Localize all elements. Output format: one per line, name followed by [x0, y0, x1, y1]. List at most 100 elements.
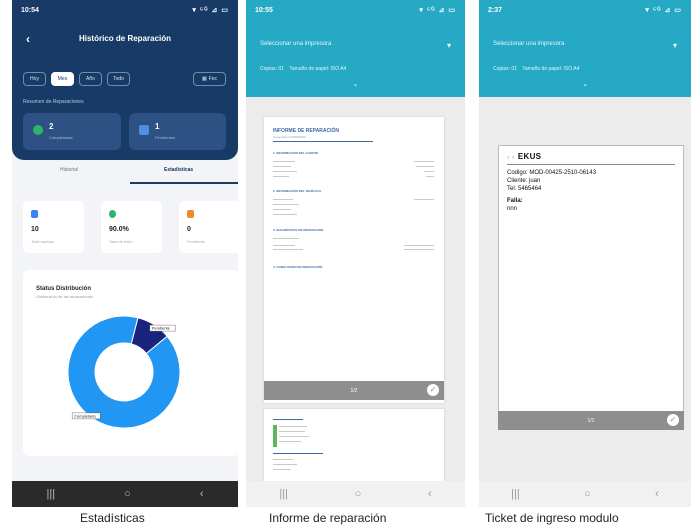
checklist-marks: [273, 425, 277, 447]
text-line: [424, 171, 434, 172]
page-title: Histórico de Reparación: [78, 34, 172, 43]
statistics-screen: 10:54 ▾ ⁵ᴳ ⊿ ▭ ‹ Histórico de Reparación…: [12, 0, 238, 507]
page-number: 1/2: [350, 388, 358, 394]
paper-size-label: Tamaño de papel: ISO A4: [289, 66, 347, 72]
printer-select[interactable]: Seleccionar una impresora ▾: [493, 41, 683, 53]
text-line: [273, 459, 293, 460]
text-line: [273, 176, 289, 177]
text-line: [414, 199, 434, 200]
caption-repair-report: Informe de reparación: [269, 511, 387, 525]
text-line: [414, 161, 434, 162]
donut-label-completado: Completado: [71, 412, 101, 420]
dropdown-caret-icon: ▾: [446, 41, 451, 50]
brand-logo: ◐◑ EKUS: [507, 152, 541, 161]
copies-label: Copias: 01: [493, 66, 517, 72]
section-diagnosis: 3. DIAGNÓSTICO DE REPARACIÓN: [273, 228, 324, 232]
text-line: [273, 464, 297, 465]
metric-label: Total reparac.: [31, 239, 56, 244]
home-icon[interactable]: ○: [584, 488, 591, 500]
system-nav-bar: ||| ○ ‹: [479, 481, 691, 507]
ticket-client: Cliente: juan: [507, 178, 541, 184]
text-line: [273, 209, 291, 210]
print-options-summary: Copias: 01 Tamaño de papel: ISO A4: [493, 66, 579, 72]
caption-ticket: Ticket de ingreso modulo: [485, 511, 619, 525]
label-text: Completado: [74, 413, 96, 418]
back-nav-icon[interactable]: ‹: [655, 488, 659, 500]
status-donut-chart: Completado Pendiente: [67, 315, 181, 429]
status-icons: ▾ ⁵ᴳ ⊿ ▭: [192, 7, 229, 14]
ticket-code: Codigo: MOD-00425-2510-06143: [507, 170, 597, 176]
ticket-fault-label: Falla:: [507, 198, 523, 204]
print-options-panel: 2:37 ▾ ⁵ᴳ ⊿ ▭ Seleccionar una impresora …: [479, 0, 691, 97]
recent-apps-icon[interactable]: |||: [511, 488, 520, 500]
print-options-panel: 10:55 ▾ ⁵ᴳ ⊿ ▭ Seleccionar una impresora…: [246, 0, 465, 97]
status-icons: ▾ ⁵ᴳ ⊿ ▭: [645, 7, 682, 14]
ticket-divider: [507, 164, 675, 165]
printer-select[interactable]: Seleccionar una impresora ▾: [260, 41, 457, 53]
page-select-check-icon[interactable]: ✓: [427, 384, 439, 396]
date-filter-label: Fec: [208, 76, 218, 82]
filter-chip-hoy[interactable]: Hoy: [23, 72, 46, 86]
ticket-preview: ◐◑ EKUS Codigo: MOD-00425-2510-06143 Clie…: [498, 145, 684, 415]
text-line: [404, 249, 434, 250]
status-time: 10:54: [21, 6, 39, 14]
printer-select-label: Seleccionar una impresora: [493, 41, 565, 47]
text-line: [273, 469, 291, 470]
back-nav-icon[interactable]: ‹: [200, 488, 204, 500]
title-row: ‹ Histórico de Reparación: [12, 30, 238, 50]
page-indicator-bar: 1/1 ✓: [498, 411, 684, 430]
calendar-icon: [31, 210, 38, 218]
ticket-print-screen: 2:37 ▾ ⁵ᴳ ⊿ ▭ Seleccionar una impresora …: [479, 0, 691, 507]
recent-apps-icon[interactable]: |||: [47, 488, 56, 500]
status-time: 10:55: [255, 6, 273, 14]
summary-section-label: Resumen de Reparaciones: [23, 99, 84, 105]
metric-label: Pendiente: [187, 239, 206, 244]
back-nav-icon[interactable]: ‹: [428, 488, 432, 500]
text-line: [416, 166, 434, 167]
text-line: [273, 214, 297, 215]
home-icon[interactable]: ○: [124, 488, 131, 500]
tab-estadisticas[interactable]: Estadísticas: [164, 167, 193, 173]
header-panel: 10:54 ▾ ⁵ᴳ ⊿ ▭ ‹ Histórico de Reparación…: [12, 0, 238, 160]
expand-chevron-icon[interactable]: ⌄: [246, 80, 465, 88]
filter-chip-ano[interactable]: Año: [79, 72, 102, 86]
pending-summary-card[interactable]: 1 Pendientes: [129, 113, 226, 150]
date-filter-button[interactable]: ▦ Fec: [193, 72, 226, 86]
page-select-check-icon[interactable]: ✓: [667, 414, 679, 426]
system-nav-bar: ||| ○ ‹: [246, 481, 465, 507]
print-options-summary: Copias: 01 Tamaño de papel: ISO A4: [260, 66, 346, 72]
page-preview-1: INFORME DE REPARACIÓN Generado el 00/00/…: [264, 117, 444, 403]
completed-summary-card[interactable]: 2 Completadas: [23, 113, 121, 150]
caption-statistics: Estadísticas: [80, 511, 145, 525]
metric-card-pending: 0 Pendiente: [179, 201, 238, 253]
filter-chip-todo[interactable]: Todo: [107, 72, 130, 86]
status-bar: 10:54 ▾ ⁵ᴳ ⊿ ▭: [12, 0, 238, 20]
text-line: [273, 453, 323, 454]
text-line: [273, 171, 297, 172]
status-bar: 10:55 ▾ ⁵ᴳ ⊿ ▭: [246, 0, 465, 20]
status-icons: ▾ ⁵ᴳ ⊿ ▭: [419, 7, 456, 14]
filter-chip-mes[interactable]: Mes: [51, 72, 74, 86]
page-indicator-bar: 1/2 ✓: [264, 381, 444, 400]
expand-chevron-icon[interactable]: ⌄: [479, 80, 691, 88]
calendar-icon: ▦: [201, 76, 207, 82]
report-subtitle: Generado el 00/00/0000: [273, 135, 306, 139]
metric-value: 90.0%: [109, 226, 129, 233]
text-line: [279, 441, 301, 442]
section-conclusion: 4. CONCLUSIÓN DE REPARACIÓN: [273, 265, 323, 269]
metric-label: Tasa de éxito: [109, 239, 133, 244]
text-line: [279, 431, 305, 432]
repair-report-print-screen: 10:55 ▾ ⁵ᴳ ⊿ ▭ Seleccionar una impresora…: [246, 0, 465, 507]
tab-historial[interactable]: Historial: [60, 167, 78, 173]
text-line: [273, 249, 303, 250]
printer-select-label: Seleccionar una impresora: [260, 41, 332, 47]
text-line: [273, 161, 295, 162]
text-line: [279, 436, 309, 437]
tab-bar: Historial Estadísticas: [12, 167, 238, 184]
metric-value: 0: [187, 226, 191, 233]
home-icon[interactable]: ○: [355, 488, 362, 500]
system-nav-bar: ||| ○ ‹: [12, 481, 238, 507]
logo-mark-icon: ◐◑: [507, 155, 515, 161]
recent-apps-icon[interactable]: |||: [279, 488, 288, 500]
text-line: [404, 245, 434, 246]
